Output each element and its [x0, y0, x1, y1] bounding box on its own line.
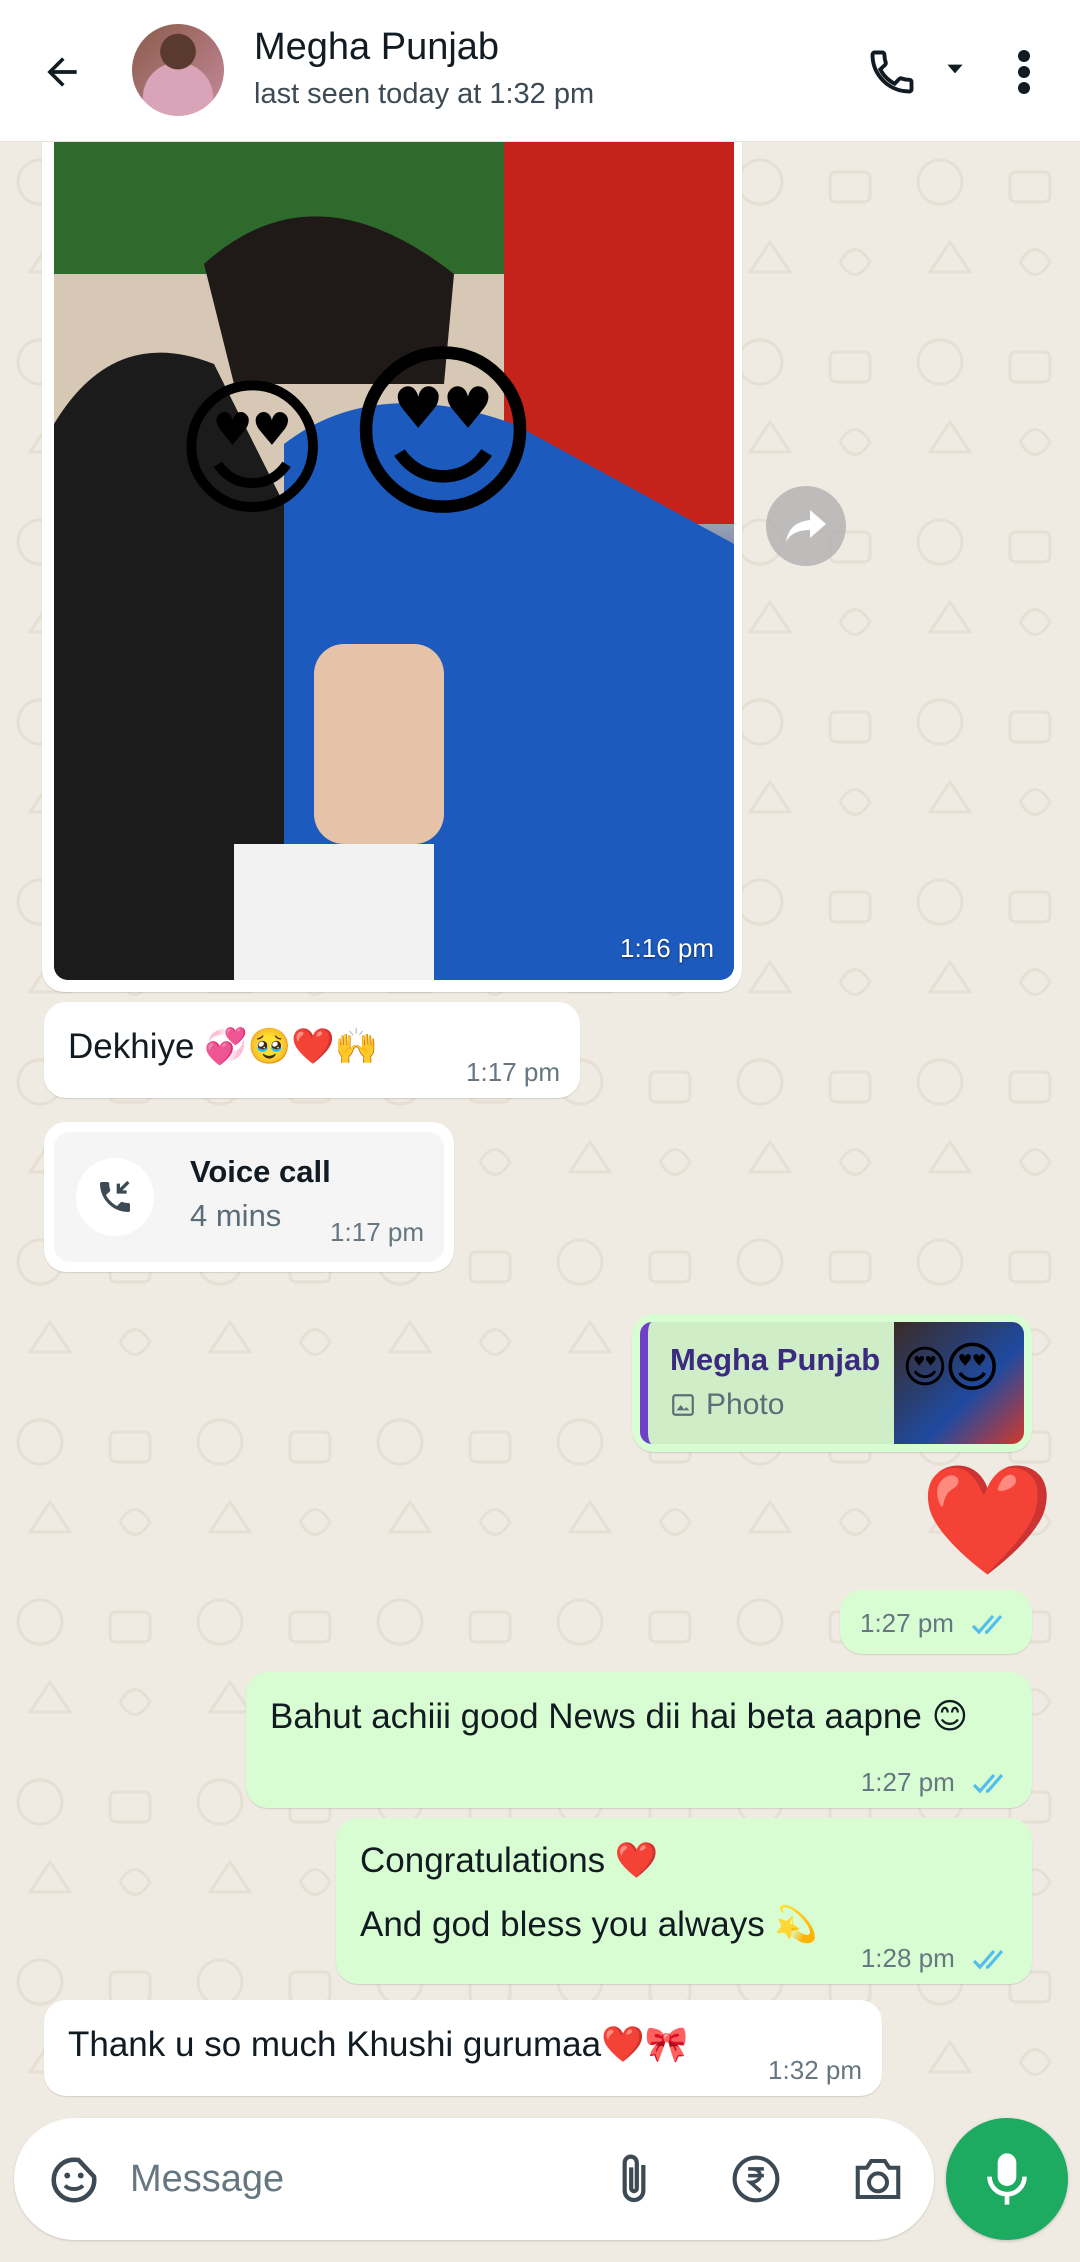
voice-call-message[interactable]: Voice call 4 mins 1:17 pm — [44, 1122, 454, 1272]
message-time: 1:27 pm — [860, 1608, 1011, 1639]
shared-photo[interactable]: 😍 😍 1:16 pm — [54, 142, 734, 980]
face-emoji-sticker: 😍 — [174, 365, 331, 533]
payment-rupee-icon[interactable] — [726, 2148, 786, 2210]
message-text: Thank u so much Khushi gurumaa❤️🎀 — [68, 2025, 689, 2064]
call-options-dropdown-icon[interactable] — [940, 54, 970, 84]
read-ticks-icon — [972, 1615, 1003, 1635]
incoming-text-message[interactable]: Thank u so much Khushi gurumaa❤️🎀 1:32 p… — [44, 2000, 882, 2096]
message-time-text: 1:27 pm — [860, 1608, 954, 1638]
last-seen-status: last seen today at 1:32 pm — [254, 78, 595, 110]
quoted-message[interactable]: Megha Punjab Photo 😍 😍 — [640, 1322, 1024, 1444]
chat-messages-area[interactable]: 😍 😍 1:16 pm Dekhiye 💞🥹❤️🙌 1:17 pm Voice … — [0, 142, 1080, 2120]
voice-call-duration: 4 mins — [190, 1198, 282, 1233]
message-time: 1:32 pm — [768, 2055, 862, 2085]
message-time-text: 1:28 pm — [860, 1943, 955, 1973]
image-icon — [672, 1394, 694, 1416]
voice-call-card[interactable]: Voice call 4 mins 1:17 pm — [54, 1132, 444, 1262]
outgoing-text-message[interactable]: Congratulations ❤️ And god bless you alw… — [336, 1818, 1032, 1984]
contact-name[interactable]: Megha Punjab — [254, 26, 499, 69]
back-arrow-icon[interactable] — [34, 44, 90, 100]
sticker-icon[interactable] — [44, 2150, 104, 2210]
missed-incoming-call-icon — [76, 1158, 154, 1236]
more-options-icon[interactable] — [1004, 40, 1044, 104]
message-time: 1:27 pm — [861, 1767, 1012, 1798]
outgoing-reply-message[interactable]: Megha Punjab Photo 😍 😍 — [632, 1314, 1032, 1452]
voice-message-mic-button[interactable] — [946, 2118, 1068, 2240]
message-text-line-1: Congratulations ❤️ — [360, 1841, 659, 1880]
outgoing-text-message[interactable]: Bahut achiii good News dii hai beta aapn… — [246, 1672, 1032, 1808]
quoted-sender-name: Megha Punjab — [670, 1342, 881, 1377]
camera-icon[interactable] — [848, 2148, 908, 2210]
mic-icon — [987, 2153, 1027, 2205]
attachment-icon[interactable] — [604, 2148, 664, 2210]
read-ticks-icon — [972, 1774, 1004, 1794]
message-composer — [14, 2118, 934, 2240]
chat-header: Megha Punjab last seen today at 1:32 pm — [0, 0, 1080, 142]
outgoing-time-chip: 1:27 pm — [840, 1590, 1032, 1654]
voice-call-button[interactable] — [860, 40, 924, 104]
face-emoji-sticker: 😍 — [902, 1343, 948, 1392]
quoted-media-type: Photo — [670, 1388, 784, 1422]
message-time: 1:16 pm — [620, 933, 714, 963]
message-time-text: 1:27 pm — [860, 1767, 955, 1797]
face-emoji-sticker: 😍 — [944, 1338, 1001, 1398]
forward-icon[interactable] — [766, 486, 846, 566]
message-text-line-2: And god bless you always 💫 — [360, 1905, 818, 1944]
message-text: Bahut achiii good News dii hai beta aapn… — [270, 1697, 969, 1736]
message-text: Dekhiye 💞🥹❤️🙌 — [68, 1027, 379, 1066]
message-input[interactable] — [130, 2148, 570, 2210]
message-time: 1:17 pm — [330, 1217, 424, 1247]
photo-illustration — [54, 142, 734, 980]
voice-call-title: Voice call — [190, 1154, 331, 1189]
quoted-media-label: Photo — [706, 1388, 785, 1421]
read-ticks-icon — [972, 1950, 1004, 1970]
quoted-photo-thumbnail: 😍 😍 — [894, 1322, 1024, 1444]
message-time: 1:17 pm — [466, 1057, 560, 1087]
heart-emoji-message[interactable]: ❤️ — [920, 1466, 1054, 1574]
incoming-text-message[interactable]: Dekhiye 💞🥹❤️🙌 1:17 pm — [44, 1002, 580, 1098]
face-emoji-sticker: 😍 — [344, 328, 543, 540]
incoming-photo-message[interactable]: 😍 😍 1:16 pm — [42, 142, 742, 992]
message-time: 1:28 pm — [861, 1943, 1012, 1974]
contact-avatar[interactable] — [132, 24, 224, 116]
